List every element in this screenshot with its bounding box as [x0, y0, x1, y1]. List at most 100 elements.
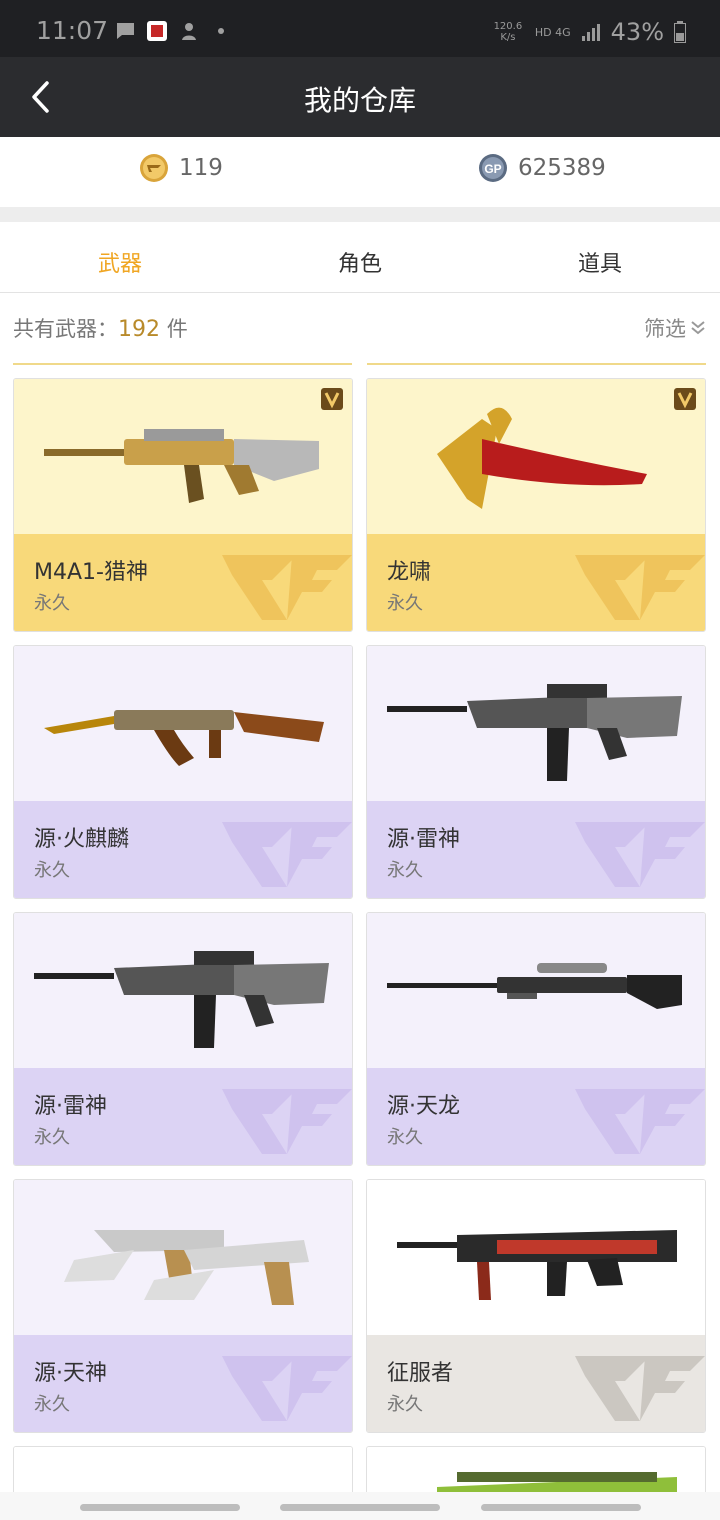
- item-card[interactable]: 源·火麒麟 永久: [13, 645, 353, 899]
- item-name: 源·火麒麟: [34, 827, 129, 852]
- item-image: [367, 913, 705, 1068]
- gp-points: GP 625389: [478, 153, 606, 183]
- item-grid: M4A1-猎神 永久 龙啸 永久 源·火麒麟 永久 源·雷神 永久 源·雷神 永…: [0, 363, 720, 1520]
- item-image: [367, 379, 705, 534]
- count-prefix: 共有武器：: [13, 317, 118, 341]
- divider: [13, 363, 352, 365]
- vip-badge-icon: [674, 388, 696, 410]
- tab-weapons[interactable]: 武器: [0, 246, 240, 278]
- battery-percent: 43%: [610, 18, 664, 46]
- count-unit: 件: [166, 317, 188, 341]
- system-nav-bar: [0, 1492, 720, 1520]
- weapon-count: 共有武器：192 件: [13, 313, 188, 343]
- double-chevron-down-icon: [691, 321, 705, 335]
- item-image: [14, 1180, 352, 1335]
- network-speed: 120.6 K/s: [493, 21, 523, 43]
- signal-icon: [581, 24, 600, 41]
- divider: [367, 363, 706, 365]
- cf-points: 119: [139, 153, 223, 183]
- cf-logo-icon: [222, 555, 352, 620]
- count-value: 192: [118, 317, 160, 342]
- item-duration: 永久: [387, 1127, 423, 1148]
- gp-coin-icon: GP: [479, 154, 507, 182]
- cf-logo-icon: [575, 555, 705, 620]
- item-card[interactable]: M4A1-猎神 永久: [13, 378, 353, 632]
- shotgun-icon: [397, 1230, 677, 1300]
- item-duration: 永久: [387, 1394, 423, 1415]
- item-name: 征服者: [387, 1361, 454, 1386]
- item-duration: 永久: [34, 593, 70, 614]
- item-duration: 永久: [34, 1127, 70, 1148]
- item-info: 源·天龙 永久: [367, 1068, 705, 1165]
- item-info: 源·雷神 永久: [14, 1068, 352, 1165]
- item-card[interactable]: 源·天神 永久: [13, 1179, 353, 1433]
- summary-row: 共有武器：192 件 筛选: [0, 293, 720, 363]
- item-duration: 永久: [34, 1394, 70, 1415]
- item-image: [14, 913, 352, 1068]
- rifle-icon: [387, 684, 682, 781]
- item-duration: 永久: [387, 593, 423, 614]
- app-icon: [147, 21, 167, 41]
- nav-home-button[interactable]: [280, 1504, 440, 1511]
- vip-badge-icon: [321, 388, 343, 410]
- status-right: 120.6 K/s HD 4G 43%: [491, 18, 686, 46]
- item-name: 源·天龙: [387, 1094, 460, 1119]
- rifle-icon: [34, 951, 329, 1048]
- cf-logo-icon: [222, 1089, 352, 1154]
- message-icon: [116, 23, 134, 39]
- page-title: 我的仓库: [303, 84, 416, 117]
- dot-icon: [218, 28, 224, 34]
- cf-logo-icon: [222, 1356, 352, 1421]
- axe-icon: [437, 407, 647, 509]
- cf-coin-icon: [140, 154, 168, 182]
- item-image: [367, 646, 705, 801]
- item-duration: 永久: [34, 860, 70, 881]
- cf-logo-icon: [222, 822, 352, 887]
- cf-logo-icon: [575, 1089, 705, 1154]
- item-card[interactable]: 源·雷神 永久: [366, 645, 706, 899]
- network-type: HD 4G: [534, 25, 571, 39]
- item-image: [14, 646, 352, 801]
- item-card[interactable]: 源·雷神 永久: [13, 912, 353, 1166]
- ak-rifle-icon: [44, 710, 324, 766]
- nav-back-button[interactable]: [80, 1504, 240, 1511]
- item-info: 征服者 永久: [367, 1335, 705, 1432]
- item-card[interactable]: 源·天龙 永久: [366, 912, 706, 1166]
- item-image: [367, 1180, 705, 1335]
- item-name: 源·雷神: [387, 827, 460, 852]
- item-info: M4A1-猎神 永久: [14, 534, 352, 631]
- item-info: 龙啸 永久: [367, 534, 705, 631]
- game-icon: [182, 23, 196, 40]
- item-name: 源·天神: [34, 1361, 107, 1386]
- category-tabs: 武器 角色 道具: [0, 222, 720, 293]
- item-info: 源·天神 永久: [14, 1335, 352, 1432]
- sniper-icon: [387, 963, 682, 1009]
- item-image: [14, 379, 352, 534]
- dual-pistol-icon: [64, 1230, 309, 1305]
- item-name: 源·雷神: [34, 1094, 107, 1119]
- item-duration: 永久: [387, 860, 423, 881]
- item-name: 龙啸: [387, 560, 432, 585]
- battery-icon: [674, 21, 686, 43]
- cf-logo-icon: [575, 822, 705, 887]
- filter-button[interactable]: 筛选: [644, 313, 706, 343]
- rifle-icon: [44, 429, 319, 503]
- cf-points-value: 119: [179, 155, 223, 181]
- filter-label: 筛选: [644, 317, 686, 341]
- app-header: 我的仓库: [0, 57, 720, 137]
- item-info: 源·火麒麟 永久: [14, 801, 352, 898]
- gp-points-value: 625389: [518, 155, 606, 181]
- item-name: M4A1-猎神: [34, 560, 148, 585]
- status-bar: 11:07 120.6 K/s HD 4G 43%: [0, 0, 720, 57]
- item-card[interactable]: 征服者 永久: [366, 1179, 706, 1433]
- item-info: 源·雷神 永久: [367, 801, 705, 898]
- status-time: 11:07: [36, 16, 109, 45]
- tab-items[interactable]: 道具: [480, 246, 720, 278]
- tab-characters[interactable]: 角色: [240, 246, 480, 278]
- currency-bar: 119 GP 625389: [0, 137, 720, 207]
- notification-icons: [114, 20, 232, 42]
- gp-label: GP: [484, 162, 501, 176]
- item-card[interactable]: 龙啸 永久: [366, 378, 706, 632]
- nav-recents-button[interactable]: [481, 1504, 641, 1511]
- cf-logo-icon: [575, 1356, 705, 1421]
